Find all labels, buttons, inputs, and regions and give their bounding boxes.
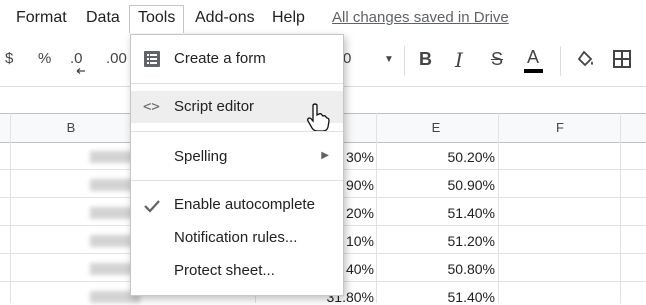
saved-status-link[interactable]: All changes saved in Drive: [332, 9, 509, 26]
menu-item-label: Protect sheet...: [174, 262, 275, 279]
cell-e[interactable]: 51.40%: [400, 205, 495, 221]
grid-line: [376, 113, 377, 303]
menu-bar: Format Data Tools Add-ons Help All chang…: [0, 0, 646, 36]
increase-decimal-button[interactable]: .00: [106, 50, 127, 67]
strikethrough-button[interactable]: S: [491, 49, 503, 70]
arrow-left-icon: [76, 68, 85, 74]
toolbar-separator: [560, 46, 561, 76]
italic-button[interactable]: I: [455, 48, 463, 72]
cell-e[interactable]: 51.20%: [400, 233, 495, 249]
column-header-e[interactable]: E: [431, 120, 441, 135]
grid-line: [10, 113, 11, 303]
menu-separator: [131, 83, 343, 84]
column-header-b[interactable]: B: [66, 120, 76, 135]
cell-e[interactable]: 50.90%: [400, 177, 495, 193]
hand-cursor-icon: [307, 103, 330, 132]
menu-item-label: Notification rules...: [174, 229, 298, 246]
bold-button[interactable]: B: [419, 49, 432, 70]
currency-format-button[interactable]: $: [5, 50, 13, 67]
submenu-arrow-icon: ▶: [321, 150, 329, 161]
menu-addons[interactable]: Add-ons: [195, 9, 255, 27]
tools-menu-dropdown: Create a form <> Script editor Spelling …: [130, 34, 344, 296]
percent-format-button[interactable]: %: [38, 50, 51, 67]
borders-icon[interactable]: [613, 50, 631, 68]
grid-line: [498, 113, 499, 303]
decrease-decimal-button[interactable]: .0: [70, 50, 85, 74]
menu-item-label: Script editor: [174, 98, 255, 115]
menu-item-notification-rules[interactable]: Notification rules...: [131, 222, 343, 254]
form-icon: [144, 51, 160, 67]
column-header-f[interactable]: F: [555, 120, 565, 135]
menu-tools[interactable]: Tools: [129, 5, 185, 33]
menu-item-label: Enable autocomplete: [174, 196, 315, 213]
grid-line: [620, 113, 621, 303]
menu-data[interactable]: Data: [86, 9, 120, 27]
check-icon: [144, 200, 160, 213]
fill-color-icon[interactable]: [576, 50, 596, 70]
menu-item-enable-autocomplete[interactable]: Enable autocomplete: [131, 189, 343, 221]
menu-separator: [131, 180, 343, 181]
text-color-bar: [524, 69, 543, 73]
text-color-button[interactable]: A: [524, 47, 543, 73]
font-size-dropdown-arrow[interactable]: ▼: [384, 54, 394, 65]
font-size-field[interactable]: 0: [343, 50, 351, 67]
menu-item-label: Spelling: [174, 148, 228, 165]
menu-format[interactable]: Format: [16, 9, 67, 27]
cell-e[interactable]: 50.20%: [400, 149, 495, 165]
menu-item-script-editor[interactable]: <> Script editor: [131, 91, 343, 132]
menu-item-label: Create a form: [174, 50, 266, 67]
menu-separator: [131, 131, 343, 132]
menu-item-protect-sheet[interactable]: Protect sheet...: [131, 255, 343, 287]
menu-help[interactable]: Help: [272, 9, 305, 27]
code-icon: <>: [143, 99, 160, 115]
menu-item-create-form[interactable]: Create a form: [131, 43, 343, 75]
cell-e[interactable]: 50.80%: [400, 261, 495, 277]
menu-item-spelling[interactable]: Spelling ▶: [131, 141, 343, 173]
toolbar-separator: [404, 46, 405, 76]
